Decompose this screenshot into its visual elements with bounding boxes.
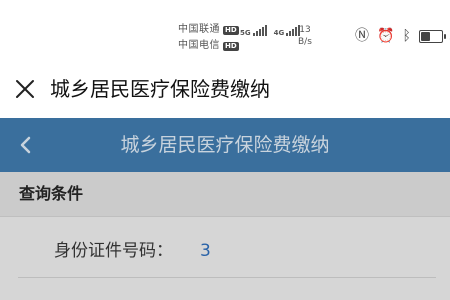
app-title: 城乡居民医疗保险费缴纳: [50, 77, 270, 101]
network-speed: 13 B/s: [298, 24, 312, 48]
bluetooth-icon: ᛒ: [402, 28, 411, 44]
id-number-label: 身份证件号码：: [54, 241, 173, 261]
network-type-1: 5G: [240, 29, 251, 37]
signal-icon-1: [252, 25, 268, 36]
section-title: 查询条件: [19, 184, 84, 203]
network-type-2: 4G: [273, 29, 285, 37]
id-number-value[interactable]: 3: [200, 240, 211, 262]
section-header: 查询条件: [0, 172, 450, 217]
close-icon[interactable]: [14, 78, 36, 100]
alarm-icon: ⏰: [377, 28, 395, 44]
network-indicators: 5G 4G: [240, 22, 301, 38]
carrier-1-name: 中国联通: [178, 24, 220, 35]
page-title: 城乡居民医疗保险费缴纳: [120, 134, 330, 156]
status-bar: 中国联通 HD 中国电信 HD 5G 4G 13 B/s Ⓝ ⏰ ᛒ 5: [0, 0, 450, 60]
page-header: 城乡居民医疗保险费缴纳: [0, 118, 450, 172]
app-bar: 城乡居民医疗保险费缴纳: [0, 60, 450, 118]
id-number-row[interactable]: 身份证件号码： 3: [18, 217, 436, 278]
query-panel: 查询条件 身份证件号码： 3: [0, 172, 450, 300]
hd-badge-1: HD: [223, 25, 239, 35]
network-speed-unit: B/s: [298, 37, 312, 47]
hd-badge-2: HD: [223, 41, 239, 51]
system-icons: Ⓝ ⏰ ᛒ 5: [355, 28, 450, 44]
network-speed-value: 13: [299, 25, 311, 35]
nfc-icon: Ⓝ: [355, 28, 369, 44]
carrier-info: 中国联通 HD 中国电信 HD: [178, 22, 239, 54]
battery-icon: [418, 29, 446, 43]
carrier-2-name: 中国电信: [178, 40, 220, 51]
